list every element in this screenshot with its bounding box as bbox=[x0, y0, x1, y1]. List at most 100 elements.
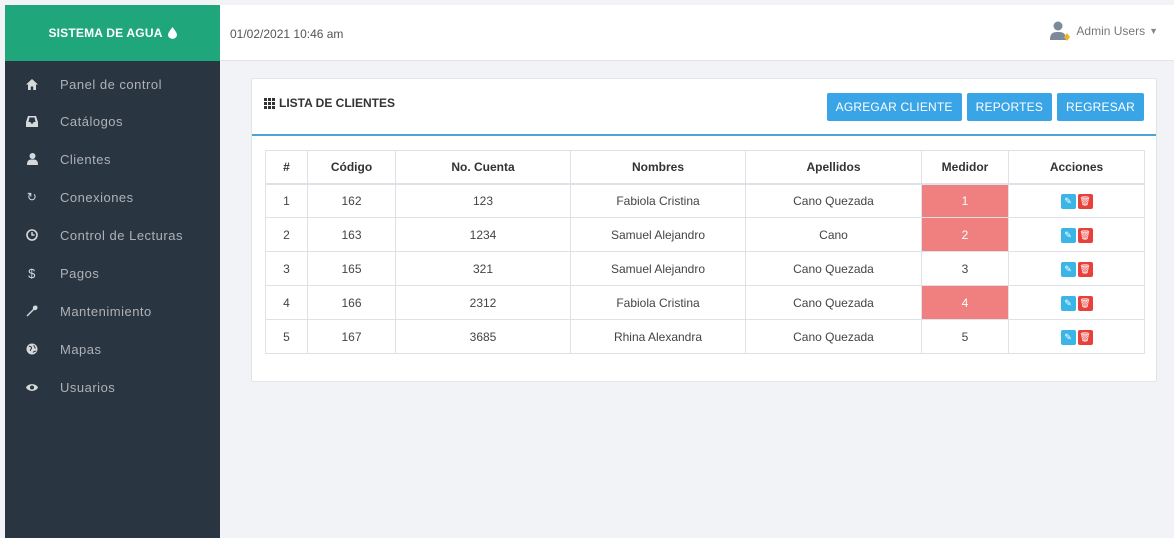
back-button[interactable]: REGRESAR bbox=[1057, 93, 1144, 121]
table-row: 4 166 2312 Fabiola Cristina Cano Quezada… bbox=[265, 285, 1145, 320]
cell-medidor: 3 bbox=[921, 251, 1009, 286]
user-avatar-icon bbox=[1050, 21, 1071, 41]
cell-number: 1 bbox=[265, 183, 308, 218]
cell-medidor: 2 bbox=[921, 217, 1009, 252]
brand-title: SISTEMA DE AGUA bbox=[48, 26, 163, 40]
sidebar-item-label: Mantenimiento bbox=[60, 303, 152, 319]
sidebar-item-label: Usuarios bbox=[60, 379, 116, 395]
user-name: Admin Users bbox=[1076, 24, 1146, 38]
top-bar: 01/02/2021 10:46 am Admin Users ▼ bbox=[220, 5, 1174, 61]
water-drop-icon bbox=[167, 27, 177, 39]
sidebar-item-mantenimiento[interactable]: Mantenimiento bbox=[5, 292, 220, 330]
sidebar-item-label: Pagos bbox=[60, 265, 100, 281]
sidebar-item-label: Control de Lecturas bbox=[60, 227, 183, 243]
cell-number: 2 bbox=[265, 217, 308, 252]
eye-icon bbox=[25, 383, 39, 392]
refresh-icon: ↻ bbox=[26, 190, 38, 204]
sidebar-item-clientes[interactable]: Clientes bbox=[5, 140, 220, 178]
trash-icon[interactable]: 🗑 bbox=[1077, 261, 1093, 277]
sidebar-item-pagos[interactable]: $ Pagos bbox=[5, 254, 220, 292]
wrench-icon bbox=[25, 305, 39, 317]
column-header-nombres: Nombres bbox=[570, 150, 746, 185]
add-client-button[interactable]: AGREGAR CLIENTE bbox=[826, 93, 962, 121]
dollar-icon: $ bbox=[28, 265, 36, 281]
cell-cuenta: 1234 bbox=[395, 217, 571, 252]
cell-apellidos: Cano bbox=[745, 217, 922, 252]
cell-medidor: 1 bbox=[921, 183, 1009, 218]
cell-cuenta: 123 bbox=[395, 183, 571, 218]
sidebar: SISTEMA DE AGUA Panel de control Catálog… bbox=[5, 5, 220, 538]
panel-title-text: LISTA DE CLIENTES bbox=[279, 96, 396, 110]
cell-cuenta: 3685 bbox=[395, 319, 571, 354]
column-header-acciones: Acciones bbox=[1008, 150, 1145, 185]
sidebar-item-label: Clientes bbox=[60, 151, 111, 167]
cell-codigo: 162 bbox=[307, 183, 396, 218]
cell-acciones: ✎ 🗑 bbox=[1008, 319, 1145, 354]
cell-nombres: Samuel Alejandro bbox=[570, 251, 746, 286]
edit-icon[interactable]: ✎ bbox=[1060, 329, 1076, 345]
grid-icon bbox=[264, 97, 275, 109]
sidebar-item-catalogos[interactable]: Catálogos bbox=[5, 102, 220, 140]
clients-panel: LISTA DE CLIENTES AGREGAR CLIENTE REPORT… bbox=[251, 78, 1157, 382]
home-icon bbox=[25, 79, 39, 90]
edit-icon[interactable]: ✎ bbox=[1060, 193, 1076, 209]
current-datetime: 01/02/2021 10:46 am bbox=[230, 27, 344, 41]
cell-number: 3 bbox=[265, 251, 308, 286]
table-row: 3 165 321 Samuel Alejandro Cano Quezada … bbox=[265, 251, 1145, 286]
cell-cuenta: 2312 bbox=[395, 285, 571, 320]
table-row: 1 162 123 Fabiola Cristina Cano Quezada … bbox=[265, 183, 1145, 218]
trash-icon[interactable]: 🗑 bbox=[1077, 295, 1093, 311]
cell-codigo: 163 bbox=[307, 217, 396, 252]
column-header-cuenta: No. Cuenta bbox=[395, 150, 571, 185]
sidebar-item-usuarios[interactable]: Usuarios bbox=[5, 368, 220, 406]
column-header-apellidos: Apellidos bbox=[745, 150, 922, 185]
sidebar-item-control-de-lecturas[interactable]: Control de Lecturas bbox=[5, 216, 220, 254]
cell-acciones: ✎ 🗑 bbox=[1008, 183, 1145, 218]
cell-codigo: 165 bbox=[307, 251, 396, 286]
edit-icon[interactable]: ✎ bbox=[1060, 261, 1076, 277]
column-header-codigo: Código bbox=[307, 150, 396, 185]
clients-table: # Código No. Cuenta Nombres Apellidos Me… bbox=[265, 150, 1145, 354]
sidebar-item-conexiones[interactable]: ↻ Conexiones bbox=[5, 178, 220, 216]
table-row: 2 163 1234 Samuel Alejandro Cano 2 ✎ 🗑 bbox=[265, 217, 1145, 252]
user-icon bbox=[25, 153, 39, 165]
cell-apellidos: Cano Quezada bbox=[745, 285, 922, 320]
sidebar-item-panel-de-control[interactable]: Panel de control bbox=[5, 67, 220, 102]
column-header-number: # bbox=[265, 150, 308, 185]
column-header-medidor: Medidor bbox=[921, 150, 1009, 185]
cell-medidor: 5 bbox=[921, 319, 1009, 354]
panel-title: LISTA DE CLIENTES bbox=[264, 96, 395, 110]
cell-codigo: 167 bbox=[307, 319, 396, 354]
panel-header: LISTA DE CLIENTES AGREGAR CLIENTE REPORT… bbox=[252, 79, 1156, 136]
cell-apellidos: Cano Quezada bbox=[745, 319, 922, 354]
user-menu[interactable]: Admin Users ▼ bbox=[1050, 21, 1158, 41]
cell-nombres: Rhina Alexandra bbox=[570, 319, 746, 354]
sidebar-item-label: Panel de control bbox=[60, 77, 162, 92]
sidebar-nav: Panel de control Catálogos Clientes ↻ Co… bbox=[5, 61, 220, 406]
reports-button[interactable]: REPORTES bbox=[966, 93, 1053, 121]
cell-nombres: Samuel Alejandro bbox=[570, 217, 746, 252]
trash-icon[interactable]: 🗑 bbox=[1077, 193, 1093, 209]
sidebar-item-label: Conexiones bbox=[60, 189, 134, 205]
brand[interactable]: SISTEMA DE AGUA bbox=[5, 5, 220, 61]
table-row: 5 167 3685 Rhina Alexandra Cano Quezada … bbox=[265, 319, 1145, 354]
panel-actions: AGREGAR CLIENTE REPORTES REGRESAR bbox=[826, 93, 1144, 121]
globe-icon bbox=[25, 343, 39, 355]
cell-acciones: ✎ 🗑 bbox=[1008, 285, 1145, 320]
caret-down-icon: ▼ bbox=[1149, 26, 1158, 36]
cell-nombres: Fabiola Cristina bbox=[570, 285, 746, 320]
cell-number: 4 bbox=[265, 285, 308, 320]
clock-icon bbox=[25, 229, 39, 241]
cell-acciones: ✎ 🗑 bbox=[1008, 251, 1145, 286]
trash-icon[interactable]: 🗑 bbox=[1077, 329, 1093, 345]
cell-acciones: ✎ 🗑 bbox=[1008, 217, 1145, 252]
sidebar-item-label: Mapas bbox=[60, 341, 102, 357]
cell-number: 5 bbox=[265, 319, 308, 354]
cell-cuenta: 321 bbox=[395, 251, 571, 286]
edit-icon[interactable]: ✎ bbox=[1060, 295, 1076, 311]
trash-icon[interactable]: 🗑 bbox=[1077, 227, 1093, 243]
sidebar-item-mapas[interactable]: Mapas bbox=[5, 330, 220, 368]
cell-medidor: 4 bbox=[921, 285, 1009, 320]
edit-icon[interactable]: ✎ bbox=[1060, 227, 1076, 243]
cell-apellidos: Cano Quezada bbox=[745, 183, 922, 218]
